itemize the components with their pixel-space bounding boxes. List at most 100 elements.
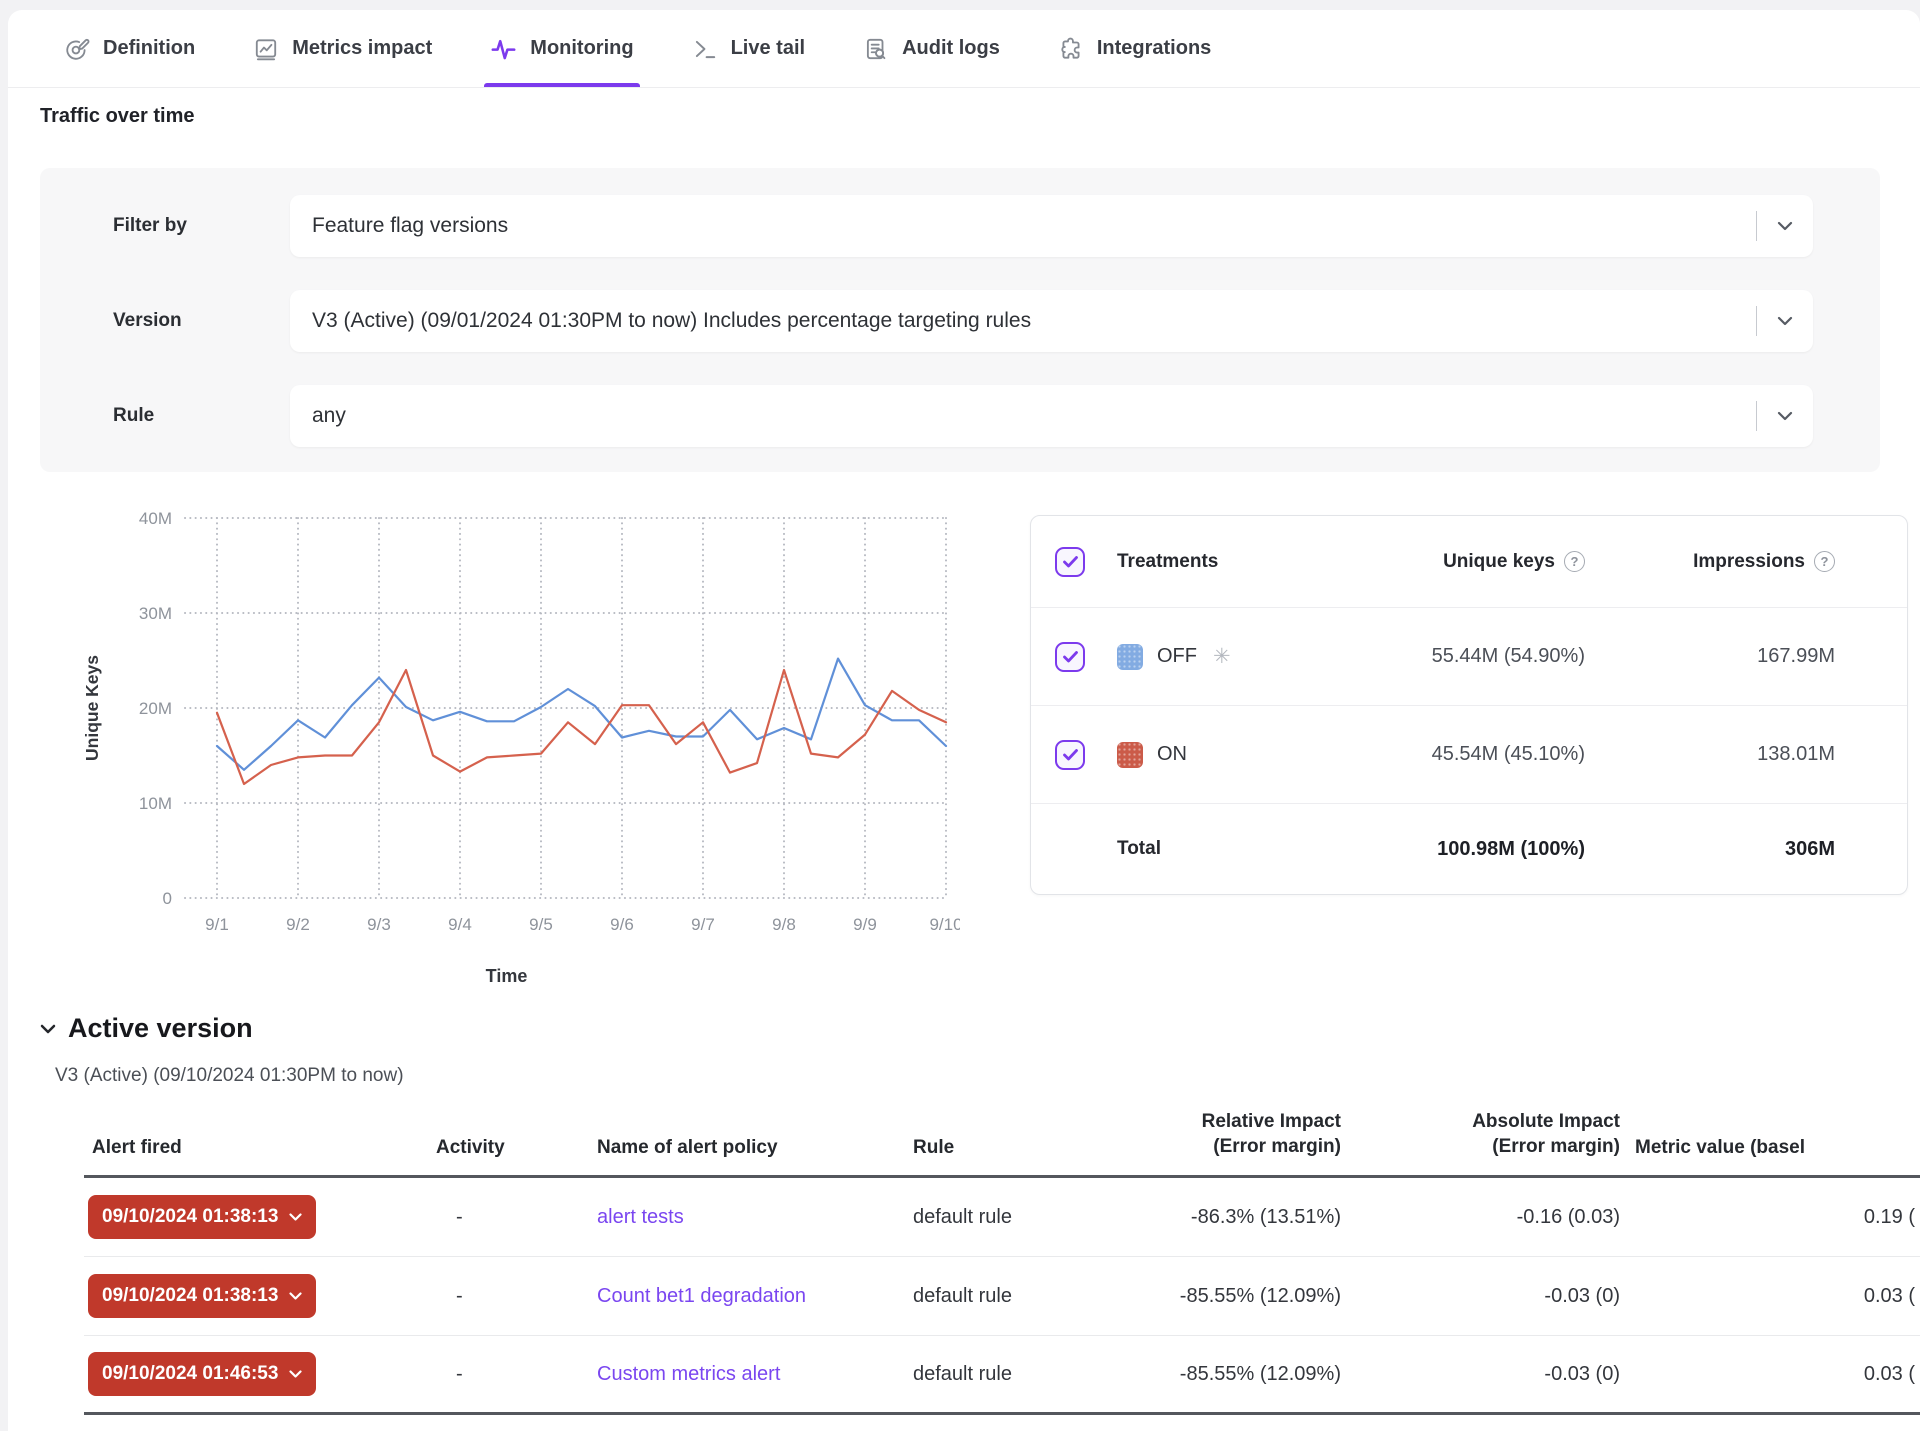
svg-text:Unique Keys: Unique Keys bbox=[82, 655, 102, 761]
content-card: Definition Metrics impact Monitoring bbox=[8, 10, 1920, 1431]
tab-metrics-impact[interactable]: Metrics impact bbox=[253, 10, 432, 87]
treatments-header-row: Treatments Unique keys Impressions bbox=[1031, 516, 1907, 608]
tab-label: Audit logs bbox=[902, 37, 1000, 60]
relative-impact-value: -86.3% (13.51%) bbox=[1084, 1178, 1341, 1256]
treatment-row-off: OFF ✳ 55.44M (54.90%) 167.99M bbox=[1031, 608, 1907, 706]
svg-text:9/9: 9/9 bbox=[853, 915, 877, 934]
svg-text:9/2: 9/2 bbox=[286, 915, 310, 934]
tab-label: Metrics impact bbox=[292, 37, 432, 60]
chevron-down-icon bbox=[289, 1213, 302, 1221]
absolute-impact-value: -0.16 (0.03) bbox=[1404, 1178, 1620, 1256]
alert-fired-badge[interactable]: 09/10/2024 01:38:13 bbox=[88, 1195, 316, 1239]
treatment-name: ON bbox=[1157, 743, 1187, 766]
absolute-impact-header: Absolute Impact (Error margin) bbox=[1404, 1100, 1620, 1175]
rule-label: Rule bbox=[40, 405, 290, 427]
alert-policy-link[interactable]: alert tests bbox=[597, 1206, 684, 1229]
page-title: Traffic over time bbox=[40, 105, 195, 128]
treatments-panel: Treatments Unique keys Impressions OFF ✳ bbox=[1030, 515, 1908, 895]
svg-text:9/3: 9/3 bbox=[367, 915, 391, 934]
total-impressions: 306M bbox=[1785, 838, 1835, 861]
chevron-down-icon[interactable] bbox=[1757, 316, 1813, 326]
rule-row: Rule any bbox=[40, 385, 1880, 447]
metric-value-header: Metric value (basel bbox=[1635, 1100, 1805, 1175]
svg-text:9/4: 9/4 bbox=[448, 915, 472, 934]
treatment-row-on: ON 45.54M (45.10%) 138.01M bbox=[1031, 706, 1907, 804]
tab-monitoring[interactable]: Monitoring bbox=[490, 10, 633, 87]
rule-value: default rule bbox=[913, 1178, 1012, 1256]
total-label: Total bbox=[1055, 838, 1325, 860]
alert-policy-link[interactable]: Count bet1 degradation bbox=[597, 1285, 806, 1308]
svg-text:0: 0 bbox=[163, 889, 172, 908]
relative-impact-value: -85.55% (12.09%) bbox=[1084, 1336, 1341, 1412]
relative-impact-header: Relative Impact (Error margin) bbox=[1084, 1100, 1341, 1175]
filter-by-value: Feature flag versions bbox=[290, 214, 1756, 238]
line-chart-canvas: 010M20M30M40M9/19/29/39/49/59/69/79/89/9… bbox=[40, 500, 960, 1005]
alert-fired-badge[interactable]: 09/10/2024 01:38:13 bbox=[88, 1274, 316, 1318]
chevron-down-icon[interactable] bbox=[1757, 411, 1813, 421]
filter-by-label: Filter by bbox=[40, 215, 290, 237]
unique-keys-value: 55.44M (54.90%) bbox=[1432, 645, 1585, 668]
audit-logs-icon bbox=[863, 36, 889, 62]
metric-value: 0.03 ( bbox=[1635, 1257, 1915, 1335]
svg-text:9/8: 9/8 bbox=[772, 915, 796, 934]
active-version-title: Active version bbox=[68, 1013, 253, 1044]
tab-label: Definition bbox=[103, 37, 195, 60]
activity-value: - bbox=[456, 1178, 463, 1256]
tab-label: Integrations bbox=[1097, 37, 1211, 60]
absolute-impact-value: -0.03 (0) bbox=[1404, 1257, 1620, 1335]
alert-policy-link[interactable]: Custom metrics alert bbox=[597, 1363, 780, 1386]
svg-text:Time: Time bbox=[486, 966, 528, 986]
tab-live-tail[interactable]: Live tail bbox=[692, 10, 805, 87]
svg-text:10M: 10M bbox=[139, 794, 172, 813]
svg-text:9/1: 9/1 bbox=[205, 915, 229, 934]
series-swatch-off bbox=[1117, 644, 1143, 670]
treatment-on-checkbox[interactable] bbox=[1055, 740, 1085, 770]
alert-fired-badge[interactable]: 09/10/2024 01:46:53 bbox=[88, 1352, 316, 1396]
alert-fired-header: Alert fired bbox=[92, 1100, 182, 1175]
integrations-icon bbox=[1058, 36, 1084, 62]
policy-header: Name of alert policy bbox=[597, 1100, 778, 1175]
svg-text:20M: 20M bbox=[139, 699, 172, 718]
impressions-value: 138.01M bbox=[1757, 743, 1835, 766]
filter-by-dropdown[interactable]: Feature flag versions bbox=[290, 195, 1813, 257]
activity-value: - bbox=[456, 1336, 463, 1412]
chevron-down-icon bbox=[289, 1370, 302, 1378]
svg-text:9/5: 9/5 bbox=[529, 915, 553, 934]
tab-definition[interactable]: Definition bbox=[64, 10, 195, 87]
version-dropdown[interactable]: V3 (Active) (09/01/2024 01:30PM to now) … bbox=[290, 290, 1813, 352]
monitoring-icon bbox=[490, 35, 517, 62]
treatments-column-header: Treatments bbox=[1117, 551, 1325, 573]
tab-audit-logs[interactable]: Audit logs bbox=[863, 10, 1000, 87]
rule-dropdown[interactable]: any bbox=[290, 385, 1813, 447]
metrics-impact-icon bbox=[253, 36, 279, 62]
active-version-subtitle: V3 (Active) (09/10/2024 01:30PM to now) bbox=[55, 1065, 404, 1087]
select-all-checkbox[interactable] bbox=[1055, 547, 1085, 577]
version-value: V3 (Active) (09/01/2024 01:30PM to now) … bbox=[290, 309, 1756, 333]
help-icon[interactable] bbox=[1814, 551, 1835, 572]
filter-panel: Filter by Feature flag versions Version … bbox=[40, 168, 1880, 472]
absolute-impact-value: -0.03 (0) bbox=[1404, 1336, 1620, 1412]
svg-text:9/7: 9/7 bbox=[691, 915, 715, 934]
default-treatment-icon: ✳ bbox=[1213, 644, 1231, 669]
tab-label: Monitoring bbox=[530, 37, 633, 60]
impressions-value: 167.99M bbox=[1757, 645, 1835, 668]
series-swatch-on bbox=[1117, 742, 1143, 768]
svg-text:9/6: 9/6 bbox=[610, 915, 634, 934]
alert-row: 09/10/2024 01:38:13 - alert tests defaul… bbox=[84, 1178, 1920, 1257]
relative-impact-value: -85.55% (12.09%) bbox=[1084, 1257, 1341, 1335]
filter-by-row: Filter by Feature flag versions bbox=[40, 195, 1880, 257]
traffic-over-time-chart: 010M20M30M40M9/19/29/39/49/59/69/79/89/9… bbox=[40, 500, 960, 1005]
rule-value: default rule bbox=[913, 1257, 1012, 1335]
rule-header: Rule bbox=[913, 1100, 954, 1175]
treatment-off-checkbox[interactable] bbox=[1055, 642, 1085, 672]
alerts-header-row: Alert fired Activity Name of alert polic… bbox=[84, 1100, 1920, 1178]
svg-text:30M: 30M bbox=[139, 604, 172, 623]
live-tail-icon bbox=[692, 36, 718, 62]
definition-icon bbox=[64, 36, 90, 62]
tab-label: Live tail bbox=[731, 37, 805, 60]
chevron-down-icon[interactable] bbox=[1757, 221, 1813, 231]
tab-integrations[interactable]: Integrations bbox=[1058, 10, 1211, 87]
active-version-toggle[interactable]: Active version bbox=[40, 1013, 253, 1044]
help-icon[interactable] bbox=[1564, 551, 1585, 572]
tab-bar: Definition Metrics impact Monitoring bbox=[8, 10, 1920, 88]
